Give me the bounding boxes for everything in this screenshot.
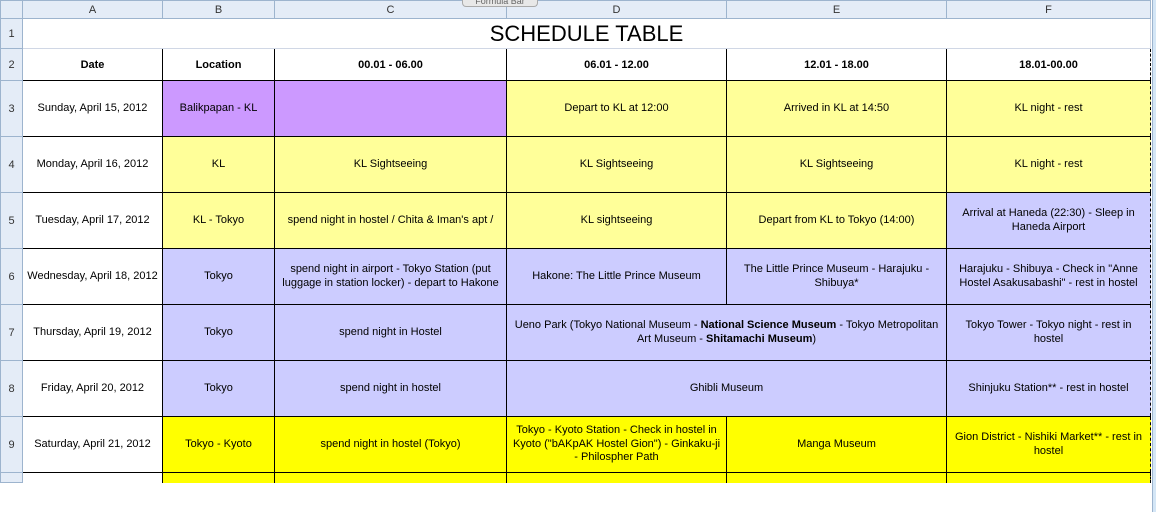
spreadsheet-grid: A B C D E F 1 SCHEDULE TABLE 2 Date Loca… <box>0 0 1151 483</box>
row-header-1[interactable]: 1 <box>1 19 23 49</box>
cell-A4[interactable]: Monday, April 16, 2012 <box>23 137 163 193</box>
cell-A3[interactable]: Sunday, April 15, 2012 <box>23 81 163 137</box>
col-header-E[interactable]: E <box>727 1 947 19</box>
cell-C5[interactable]: spend night in hostel / Chita & Iman's a… <box>275 193 507 249</box>
cell-DE7-pre: Ueno Park (Tokyo National Museum - <box>515 319 701 331</box>
cell-D6[interactable]: Hakone: The Little Prince Museum <box>507 249 727 305</box>
cell-B4[interactable]: KL <box>163 137 275 193</box>
cell-A10[interactable] <box>23 473 163 483</box>
col-header-A[interactable]: A <box>23 1 163 19</box>
cell-B5[interactable]: KL - Tokyo <box>163 193 275 249</box>
header-t4[interactable]: 18.01-00.00 <box>947 49 1151 81</box>
cell-DE7-b2: Shitamachi Museum <box>706 333 812 345</box>
cell-A5[interactable]: Tuesday, April 17, 2012 <box>23 193 163 249</box>
cell-E10[interactable] <box>727 473 947 483</box>
cell-D4[interactable]: KL Sightseeing <box>507 137 727 193</box>
cell-C3[interactable] <box>275 81 507 137</box>
cell-C4[interactable]: KL Sightseeing <box>275 137 507 193</box>
column-header-row: A B C D E F <box>1 1 1151 19</box>
formula-bar-tab[interactable]: Formula Bar <box>462 0 538 7</box>
cell-C10[interactable] <box>275 473 507 483</box>
cell-B10[interactable] <box>163 473 275 483</box>
cell-C9[interactable]: spend night in hostel (Tokyo) <box>275 417 507 473</box>
cell-A7[interactable]: Thursday, April 19, 2012 <box>23 305 163 361</box>
cell-C8[interactable]: spend night in hostel <box>275 361 507 417</box>
cell-D5[interactable]: KL sightseeing <box>507 193 727 249</box>
cell-F8[interactable]: Shinjuku Station** - rest in hostel <box>947 361 1151 417</box>
cell-D9[interactable]: Tokyo - Kyoto Station - Check in hostel … <box>507 417 727 473</box>
cell-B3[interactable]: Balikpapan - KL <box>163 81 275 137</box>
cell-F10[interactable] <box>947 473 1151 483</box>
cell-B7[interactable]: Tokyo <box>163 305 275 361</box>
row-header-8[interactable]: 8 <box>1 361 23 417</box>
cell-B9[interactable]: Tokyo - Kyoto <box>163 417 275 473</box>
cell-DE7-post: ) <box>812 333 816 345</box>
spreadsheet-viewport: Formula Bar A B C D E F 1 SCHEDULE TABLE <box>0 0 1156 512</box>
cell-DE7[interactable]: Ueno Park (Tokyo National Museum - Natio… <box>507 305 947 361</box>
cell-A6[interactable]: Wednesday, April 18, 2012 <box>23 249 163 305</box>
cell-C6[interactable]: spend night in airport - Tokyo Station (… <box>275 249 507 305</box>
header-t3[interactable]: 12.01 - 18.00 <box>727 49 947 81</box>
header-location[interactable]: Location <box>163 49 275 81</box>
cell-D10[interactable] <box>507 473 727 483</box>
row-header-4[interactable]: 4 <box>1 137 23 193</box>
row-header-3[interactable]: 3 <box>1 81 23 137</box>
col-header-F[interactable]: F <box>947 1 1151 19</box>
cell-DE7-b1: National Science Museum <box>701 319 837 331</box>
header-date[interactable]: Date <box>23 49 163 81</box>
cell-E3[interactable]: Arrived in KL at 14:50 <box>727 81 947 137</box>
cell-E4[interactable]: KL Sightseeing <box>727 137 947 193</box>
header-t2[interactable]: 06.01 - 12.00 <box>507 49 727 81</box>
cell-E5[interactable]: Depart from KL to Tokyo (14:00) <box>727 193 947 249</box>
cell-F6[interactable]: Harajuku - Shibuya - Check in "Anne Host… <box>947 249 1151 305</box>
cell-A9[interactable]: Saturday, April 21, 2012 <box>23 417 163 473</box>
cell-F4[interactable]: KL night - rest <box>947 137 1151 193</box>
cell-F9[interactable]: Gion District - Nishiki Market** - rest … <box>947 417 1151 473</box>
select-all-corner[interactable] <box>1 1 23 19</box>
row-header-2[interactable]: 2 <box>1 49 23 81</box>
cell-B6[interactable]: Tokyo <box>163 249 275 305</box>
cell-A8[interactable]: Friday, April 20, 2012 <box>23 361 163 417</box>
cell-D3[interactable]: Depart to KL at 12:00 <box>507 81 727 137</box>
row-header-5[interactable]: 5 <box>1 193 23 249</box>
cell-E6[interactable]: The Little Prince Museum - Harajuku - Sh… <box>727 249 947 305</box>
row-header-6[interactable]: 6 <box>1 249 23 305</box>
cell-E9[interactable]: Manga Museum <box>727 417 947 473</box>
cell-B8[interactable]: Tokyo <box>163 361 275 417</box>
col-header-D[interactable]: D <box>507 1 727 19</box>
cell-F3[interactable]: KL night - rest <box>947 81 1151 137</box>
cell-DE8[interactable]: Ghibli Museum <box>507 361 947 417</box>
col-header-B[interactable]: B <box>163 1 275 19</box>
cell-C7[interactable]: spend night in Hostel <box>275 305 507 361</box>
cell-F7[interactable]: Tokyo Tower - Tokyo night - rest in host… <box>947 305 1151 361</box>
vertical-scrollbar[interactable] <box>1152 0 1156 512</box>
row-header-7[interactable]: 7 <box>1 305 23 361</box>
row-header-9[interactable]: 9 <box>1 417 23 473</box>
title-cell[interactable]: SCHEDULE TABLE <box>23 19 1151 49</box>
header-t1[interactable]: 00.01 - 06.00 <box>275 49 507 81</box>
row-header-10[interactable] <box>1 473 23 483</box>
cell-F5[interactable]: Arrival at Haneda (22:30) - Sleep in Han… <box>947 193 1151 249</box>
